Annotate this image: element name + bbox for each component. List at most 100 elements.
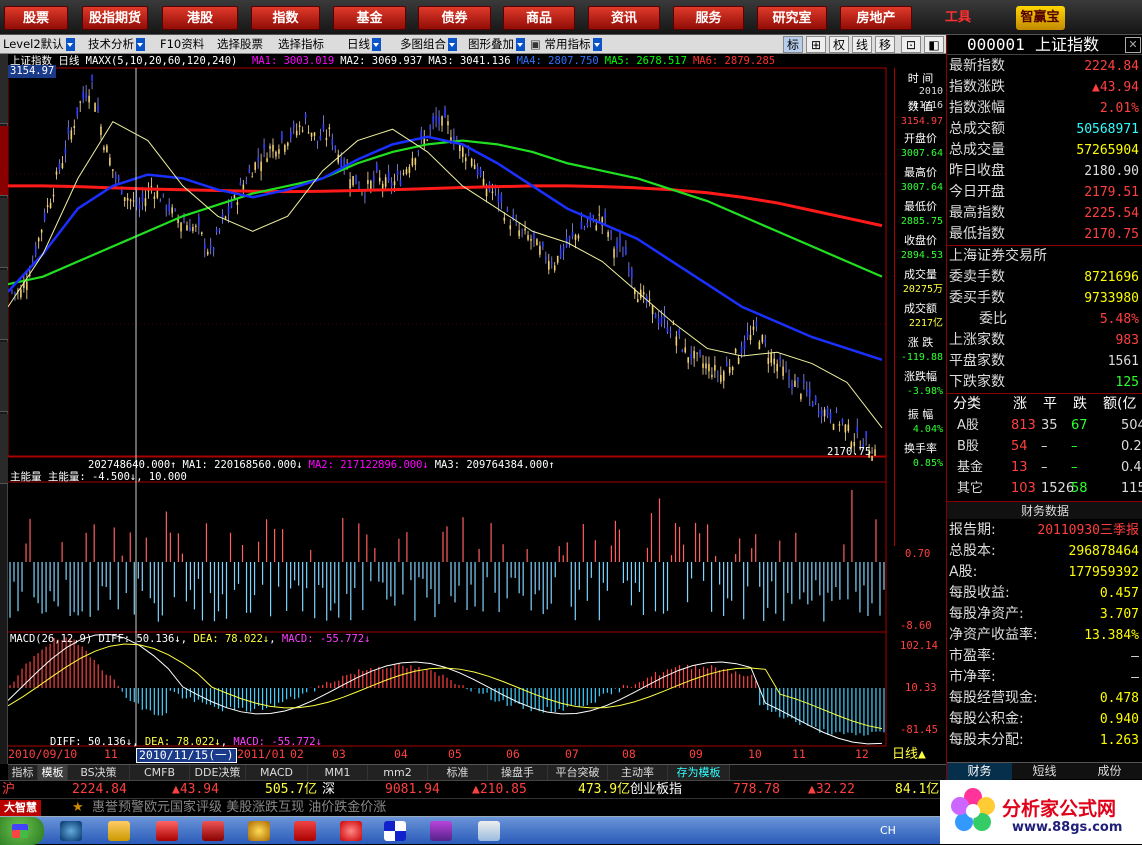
candle-body [467,152,470,154]
left-tab-technical[interactable] [0,126,8,196]
app-icon-1[interactable] [156,821,178,841]
rights-button[interactable]: 权 [829,36,849,53]
chevron-down-icon [592,38,602,51]
close-icon[interactable]: ✕ [1125,37,1141,53]
nav-stocks[interactable]: 股票 [4,6,68,30]
folder-icon[interactable] [108,821,130,841]
line-button[interactable]: 线 [852,36,872,53]
quote-row: 昨日收盘 2180.90 [947,161,1142,182]
ie-icon[interactable] [60,821,82,841]
left-tab-1[interactable] [0,54,8,124]
candle-body [806,390,808,392]
move-button[interactable]: 移 [875,36,895,53]
common-indicator-dropdown[interactable]: ▣ 常用指标 [530,36,602,53]
app-icon-4[interactable] [294,821,316,841]
tab-mm1[interactable]: MM1 [308,765,368,781]
tab-short-term[interactable]: 短线 [1012,763,1077,780]
select-stock-button[interactable]: 选择股票 [217,36,263,53]
candle-body [304,113,307,118]
candle-body [192,226,194,232]
candle-body [218,229,221,231]
chart-canvas[interactable] [8,54,946,764]
candle-body [725,361,728,366]
brand-area: 工具 智赢宝 [945,6,1135,30]
news-scroller[interactable]: 大智慧 ★ 惠誉预警欧元国家评级 美股涨跌互现 油价跌金价涨 [0,798,946,816]
left-tab-5[interactable] [0,342,8,412]
tab-indicator[interactable]: 指标 [8,765,38,781]
row-label: 每股收益: [949,585,1010,601]
nav-index-futures[interactable]: 股指期货 [82,6,148,30]
window-button[interactable]: ⊡ [901,36,921,53]
nav-commodities[interactable]: 商品 [503,6,575,30]
info-key: 数 值 [907,100,934,113]
ma-line-ma60 [8,135,883,361]
info-value: 2217亿 [908,318,943,329]
tab-bs-decision[interactable]: BS决策 [68,765,130,781]
tab-standard[interactable]: 标准 [428,765,488,781]
volume-title: 主能量 主能量: -4.500↓, 10.000 [10,471,187,483]
candle-body [835,410,838,412]
tab-active-rate[interactable]: 主动率 [608,765,668,781]
left-tab-6[interactable] [0,414,8,484]
nav-real-estate[interactable]: 房地产 [840,6,912,30]
chart-area[interactable]: 上证指数 日线 MAXX(5,10,20,60,120,240) MA1: 30… [8,54,946,764]
app-icon-5[interactable] [340,821,362,841]
f10-info-button[interactable]: F10资料 [160,36,204,53]
ime-indicator[interactable]: CH [880,824,896,837]
app-icon-2[interactable] [202,821,224,841]
overlay-dropdown[interactable]: 图形叠加 [468,36,525,53]
breadth-cell: 35 [1041,418,1058,433]
start-button[interactable] [0,817,44,845]
tab-template[interactable]: 模板 [38,765,68,781]
tab-macd[interactable]: MACD [246,765,308,781]
left-tab-3[interactable] [0,198,8,268]
nav-services[interactable]: 服务 [673,6,744,30]
news-headline[interactable]: 惠誉预警欧元国家评级 美股涨跌互现 油价跌金价涨 [92,799,386,817]
tab-save-template[interactable]: 存为模板 [668,765,730,781]
nav-funds[interactable]: 基金 [333,6,406,30]
panel-toggle-button[interactable]: ◧ [924,36,944,53]
grid-button[interactable]: ⊞ [806,36,826,53]
tab-finance[interactable]: 财务 [947,763,1012,780]
app-icon-8[interactable] [478,821,500,841]
tab-constituents[interactable]: 成份 [1077,763,1142,780]
level2-default-dropdown[interactable]: Level2默认 [3,36,75,53]
period-dropdown[interactable]: 日线 [347,36,381,53]
candle-body [761,335,764,343]
chevron-down-icon [516,38,525,51]
quote-panel: 000001 上证指数 ✕ 最新指数 2224.84 指数涨跌 ▲43.94 指数涨幅 2… [946,35,1142,780]
tools-menu[interactable]: 工具 [945,10,971,25]
candle-body [800,393,802,400]
ticker-sz-change: ▲210.85 [472,782,527,797]
multi-chart-dropdown[interactable]: 多图组合 [400,36,457,53]
quote-row: 今日开盘 2179.51 [947,182,1142,203]
index-ticker[interactable]: 沪 2224.84 ▲43.94 505.7亿 深 9081.94 ▲210.8… [0,780,946,798]
news-badge[interactable]: 大智慧 [0,800,41,816]
candle-body [275,151,277,157]
nav-research[interactable]: 研究室 [757,6,827,30]
mark-button[interactable]: 标 [783,36,803,53]
nav-news[interactable]: 资讯 [588,6,660,30]
tab-trader[interactable]: 操盘手 [488,765,548,781]
tab-mm2[interactable]: mm2 [368,765,428,781]
period-label[interactable]: 日线▲ [892,748,926,761]
app-icon-7[interactable] [430,821,452,841]
tab-cmfb[interactable]: CMFB [130,765,190,781]
tab-breakout[interactable]: 平台突破 [548,765,608,781]
brand-badge[interactable]: 智赢宝 [1015,6,1065,30]
nav-hk-stocks[interactable]: 港股 [162,6,238,30]
candle-body [654,313,657,319]
app-icon-3[interactable] [248,821,270,841]
candle-body [352,176,354,186]
left-tab-4[interactable] [0,270,8,340]
nav-indices[interactable]: 指数 [251,6,320,30]
candle-body [794,380,796,387]
system-tray[interactable]: CH [880,817,940,845]
tech-analysis-dropdown[interactable]: 技术分析 [88,36,145,53]
tab-dde[interactable]: DDE决策 [190,765,246,781]
app-icon-6[interactable] [384,821,406,841]
finance-row: 报告期: 20110930三季报 [947,520,1142,541]
select-indicator-button[interactable]: 选择指标 [278,36,324,53]
nav-bonds[interactable]: 债券 [418,6,491,30]
candle-body [91,74,93,82]
